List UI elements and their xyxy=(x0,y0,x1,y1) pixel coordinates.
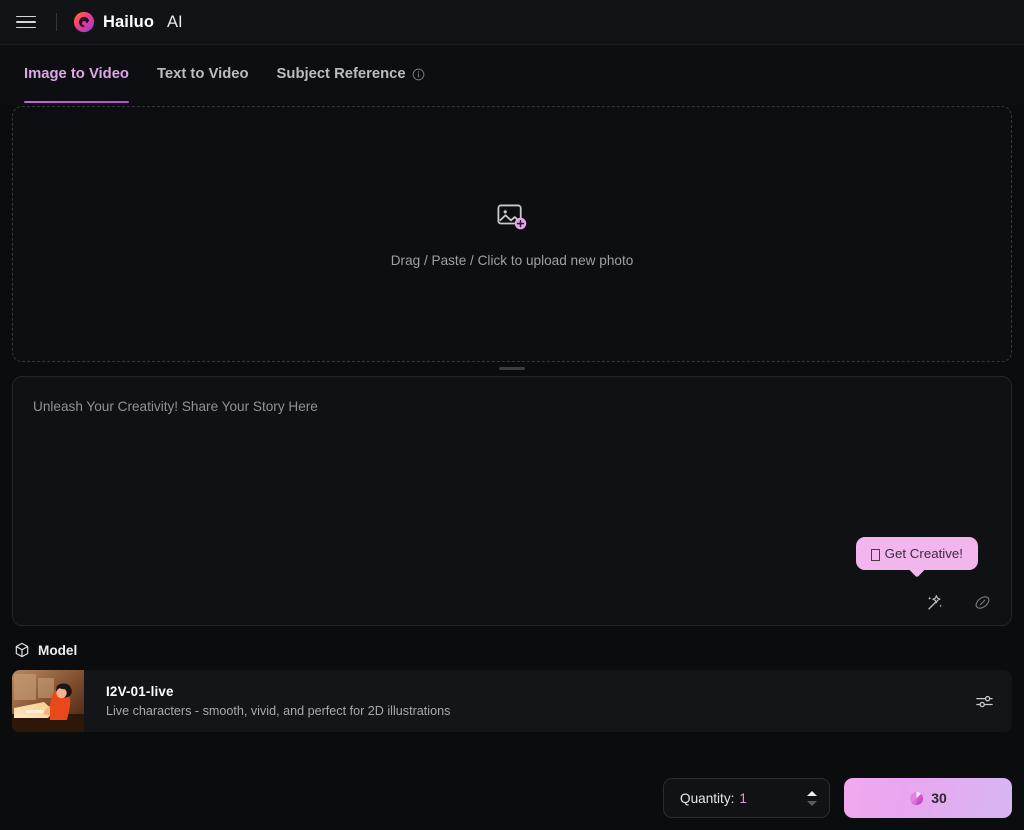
quantity-stepper[interactable]: Quantity: 1 xyxy=(663,778,830,818)
info-circle-icon[interactable] xyxy=(412,68,425,81)
image-add-icon xyxy=(497,204,527,229)
tab-label: Subject Reference xyxy=(276,66,406,82)
prompt-toolbar xyxy=(923,591,993,613)
credit-cost-label: 30 xyxy=(931,790,947,806)
main-content: Drag / Paste / Click to upload new photo… xyxy=(0,106,1024,732)
tab-label: Image to Video xyxy=(24,66,129,82)
quantity-label: Quantity: xyxy=(680,790,735,806)
cube-icon xyxy=(15,642,29,658)
magic-wand-button[interactable] xyxy=(923,591,945,613)
mode-tabbar: Image to Video Text to Video Subject Ref… xyxy=(0,45,1024,105)
quantity-value: 1 xyxy=(739,790,747,806)
eraser-button[interactable] xyxy=(971,591,993,613)
model-settings-button[interactable] xyxy=(964,681,1004,721)
model-section-header: Model xyxy=(12,626,1012,670)
tooltip-label: Get Creative! xyxy=(884,546,963,561)
eraser-icon xyxy=(975,595,989,609)
get-creative-tooltip: Get Creative! xyxy=(855,537,978,570)
prompt-input-area[interactable]: Unleash Your Creativity! Share Your Stor… xyxy=(12,376,1012,626)
image-upload-dropzone[interactable]: Drag / Paste / Click to upload new photo xyxy=(12,106,1012,362)
model-name: I2V-01-live xyxy=(106,684,174,699)
magic-wand-icon xyxy=(927,594,942,610)
tab-image-to-video[interactable]: Image to Video xyxy=(24,66,129,103)
model-section-label: Model xyxy=(38,642,78,658)
generate-button[interactable]: 30 xyxy=(844,778,1012,818)
quantity-spin-controls xyxy=(807,790,817,806)
model-card[interactable]: I2V-01-live Live characters - smooth, vi… xyxy=(12,670,1012,732)
header-divider xyxy=(56,13,57,31)
hailuo-spiral-logo-icon xyxy=(73,11,95,33)
upload-hint-text: Drag / Paste / Click to upload new photo xyxy=(390,252,634,268)
tab-subject-reference[interactable]: Subject Reference xyxy=(277,66,425,84)
caret-up-icon[interactable] xyxy=(807,790,817,796)
caret-down-icon[interactable] xyxy=(807,800,817,806)
missing-glyph-box-icon xyxy=(870,548,880,561)
brand-suffix: AI xyxy=(167,12,183,31)
resize-grip[interactable] xyxy=(499,367,525,370)
app-header: Hailuo AI xyxy=(0,0,1024,45)
model-description: Live characters - smooth, vivid, and per… xyxy=(106,704,451,718)
model-info: I2V-01-live Live characters - smooth, vi… xyxy=(84,684,964,718)
brand-logo[interactable]: Hailuo AI xyxy=(73,11,183,33)
tab-label: Text to Video xyxy=(156,66,249,82)
brand-name: Hailuo xyxy=(103,12,155,31)
hamburger-icon[interactable] xyxy=(16,11,38,33)
prompt-placeholder: Unleash Your Creativity! Share Your Stor… xyxy=(33,399,318,414)
credit-orb-icon xyxy=(910,791,924,805)
panel-resize-handle[interactable] xyxy=(12,362,1012,376)
sliders-icon xyxy=(975,695,993,707)
artist-drawing-illustration-icon xyxy=(12,670,84,732)
tab-text-to-video[interactable]: Text to Video xyxy=(157,66,249,84)
model-thumbnail xyxy=(12,670,84,732)
action-footer: Quantity: 1 30 xyxy=(0,766,1024,830)
